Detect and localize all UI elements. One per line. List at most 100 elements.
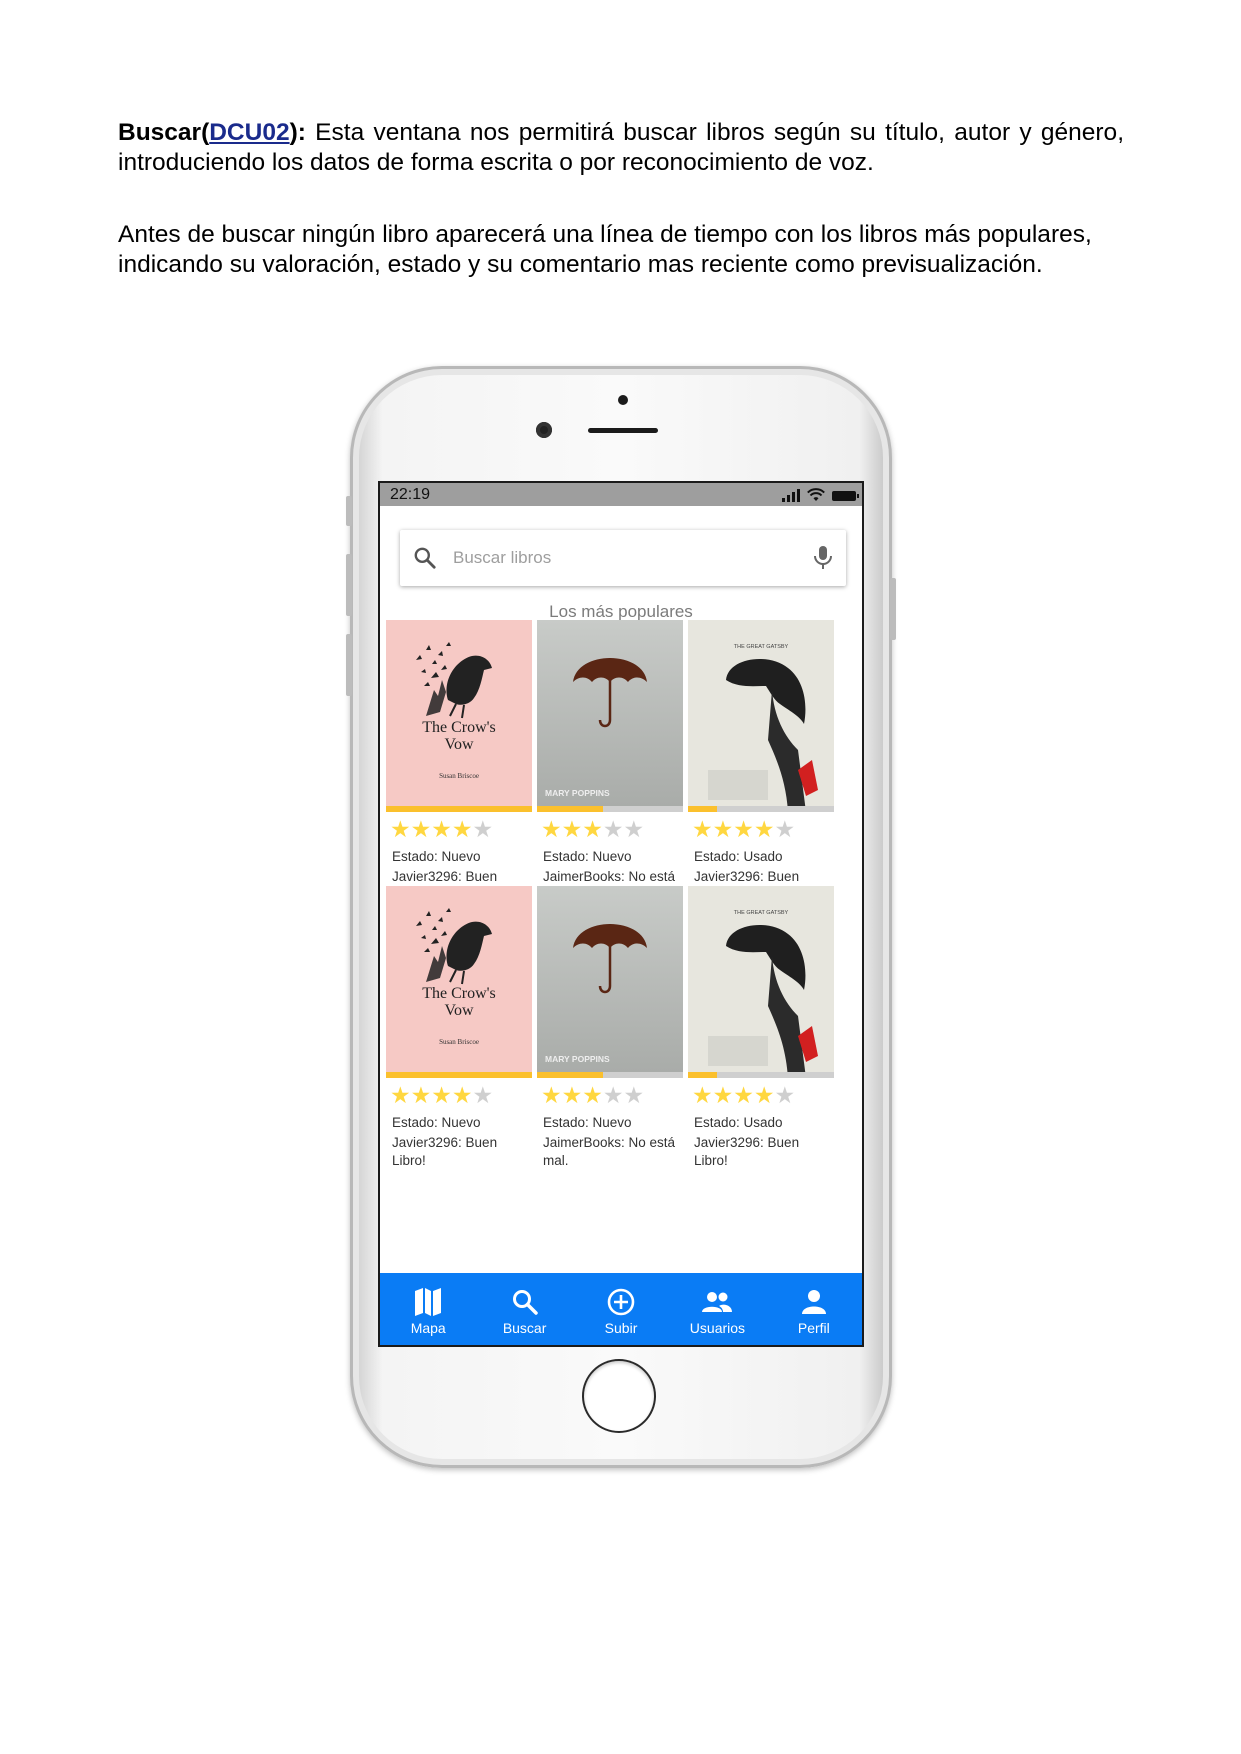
cover-author: Susan Briscoe <box>439 1038 479 1046</box>
cover-title: MARY POPPINS <box>545 1054 610 1064</box>
star-icon: ★ <box>774 816 796 842</box>
star-icon: ★ <box>390 816 411 842</box>
book-progress-bar <box>688 806 834 812</box>
star-icon: ★ <box>472 1082 494 1108</box>
rating-stars: ★★★★★ <box>541 816 645 842</box>
app-screen: 22:19 Los más populares The <box>378 481 864 1347</box>
book-comment: Javier3296: Buen Libro! <box>694 1135 800 1168</box>
star-icon: ★ <box>582 1082 603 1108</box>
crow-cover-art: The Crow's Vow Susan Briscoe <box>386 620 532 812</box>
book-comment: Javier3296: Buen Libro! <box>392 1135 498 1168</box>
mute-switch <box>346 496 352 526</box>
volume-up-button <box>346 554 352 616</box>
status-bar: 22:19 <box>380 483 862 506</box>
book-estado: Estado: Nuevo <box>543 1115 632 1130</box>
book-progress-bar <box>688 1072 834 1078</box>
phone-mockup: 22:19 Los más populares The <box>346 366 896 1468</box>
star-icon: ★ <box>712 816 734 842</box>
book-estado: Estado: Usado <box>694 849 783 864</box>
status-time: 22:19 <box>390 486 431 503</box>
star-icon: ★ <box>602 816 624 842</box>
star-icon: ★ <box>733 1082 754 1108</box>
star-icon: ★ <box>582 816 603 842</box>
search-bar[interactable] <box>400 530 846 586</box>
person-icon <box>801 1290 826 1314</box>
book-estado: Estado: Nuevo <box>392 1115 481 1130</box>
front-camera <box>536 422 552 438</box>
book-progress-bar <box>537 806 683 812</box>
microphone-icon[interactable] <box>812 545 834 571</box>
volume-down-button <box>346 634 352 696</box>
crow-cover-art: The Crow's Vow Susan Briscoe <box>386 886 532 1078</box>
proximity-sensor <box>618 395 628 405</box>
book-cover[interactable]: MARY POPPINS <box>537 886 683 1078</box>
book-comment: JaimerBooks: No está mal. <box>543 1135 676 1168</box>
wifi-icon <box>807 488 825 501</box>
home-button[interactable] <box>584 1361 654 1431</box>
search-input[interactable] <box>453 544 783 572</box>
star-icon: ★ <box>390 1082 411 1108</box>
nav-label: Usuarios <box>689 1320 746 1336</box>
cover-title-line2: Vow <box>444 1002 473 1019</box>
cover-title: THE GREAT GATSBY <box>734 910 789 916</box>
star-icon: ★ <box>623 816 645 842</box>
nav-label: Mapa <box>410 1320 446 1336</box>
nav-item-perfil[interactable]: Perfil <box>766 1273 862 1345</box>
star-icon: ★ <box>733 816 754 842</box>
book-cover[interactable]: THE GREAT GATSBY <box>688 620 834 812</box>
star-icon: ★ <box>451 1082 473 1108</box>
star-icon: ★ <box>410 1082 432 1108</box>
nav-label: Perfil <box>797 1320 830 1336</box>
nav-item-buscar[interactable]: Buscar <box>476 1273 572 1345</box>
book-estado: Estado: Usado <box>694 1115 783 1130</box>
star-icon: ★ <box>410 816 432 842</box>
cover-author: Susan Briscoe <box>439 772 479 780</box>
star-icon: ★ <box>431 816 452 842</box>
book-cover[interactable]: THE GREAT GATSBY <box>688 886 834 1078</box>
rating-stars: ★★★★★ <box>390 816 494 842</box>
add-circle-icon <box>607 1288 635 1316</box>
nav-item-subir[interactable]: Subir <box>573 1273 669 1345</box>
cover-title-line1: The Crow's <box>422 719 496 736</box>
book-cover[interactable]: MARY POPPINS <box>537 620 683 812</box>
dcu-link[interactable]: DCU02 <box>209 119 289 146</box>
earpiece-speaker <box>588 428 658 433</box>
book-info: Estado: Nuevo JaimerBooks: No está mal. <box>543 1114 683 1170</box>
star-icon: ★ <box>561 1082 583 1108</box>
book-info: Estado: Nuevo Javier3296: Buen Libro! <box>392 1114 532 1170</box>
book-estado: Estado: Nuevo <box>543 849 632 864</box>
star-icon: ★ <box>753 1082 775 1108</box>
star-icon: ★ <box>753 816 775 842</box>
book-progress-bar <box>537 1072 683 1078</box>
book-progress-bar <box>386 806 532 812</box>
umbrella-cover-art: MARY POPPINS <box>537 886 683 1078</box>
umbrella-cover-art: MARY POPPINS <box>537 620 683 812</box>
search-icon[interactable] <box>412 545 438 571</box>
star-icon: ★ <box>451 816 473 842</box>
group-icon <box>702 1292 733 1312</box>
map-icon <box>415 1288 442 1316</box>
star-icon: ★ <box>561 816 583 842</box>
nav-item-mapa[interactable]: Mapa <box>380 1273 476 1345</box>
book-cover[interactable]: The Crow's Vow Susan Briscoe <box>386 886 532 1078</box>
star-icon: ★ <box>623 1082 645 1108</box>
star-icon: ★ <box>472 816 494 842</box>
section-title: Los más populares <box>549 602 693 621</box>
search-icon <box>512 1290 538 1315</box>
cover-title-line1: The Crow's <box>422 985 496 1002</box>
star-icon: ★ <box>774 1082 796 1108</box>
gatsby-cover-art: THE GREAT GATSBY <box>688 620 834 812</box>
cover-title: THE GREAT GATSBY <box>734 644 789 650</box>
gatsby-cover-art: THE GREAT GATSBY <box>688 886 834 1078</box>
book-estado: Estado: Nuevo <box>392 849 481 864</box>
star-icon: ★ <box>712 1082 734 1108</box>
star-icon: ★ <box>692 816 713 842</box>
book-cover[interactable]: The Crow's Vow Susan Briscoe <box>386 620 532 812</box>
rating-stars: ★★★★★ <box>692 816 796 842</box>
nav-label: Subir <box>604 1320 638 1336</box>
rating-stars: ★★★★★ <box>692 1082 796 1108</box>
rating-stars: ★★★★★ <box>541 1082 645 1108</box>
nav-item-usuarios[interactable]: Usuarios <box>669 1273 765 1345</box>
signal-icon <box>782 489 800 502</box>
screen-name-close: ): <box>289 119 306 146</box>
